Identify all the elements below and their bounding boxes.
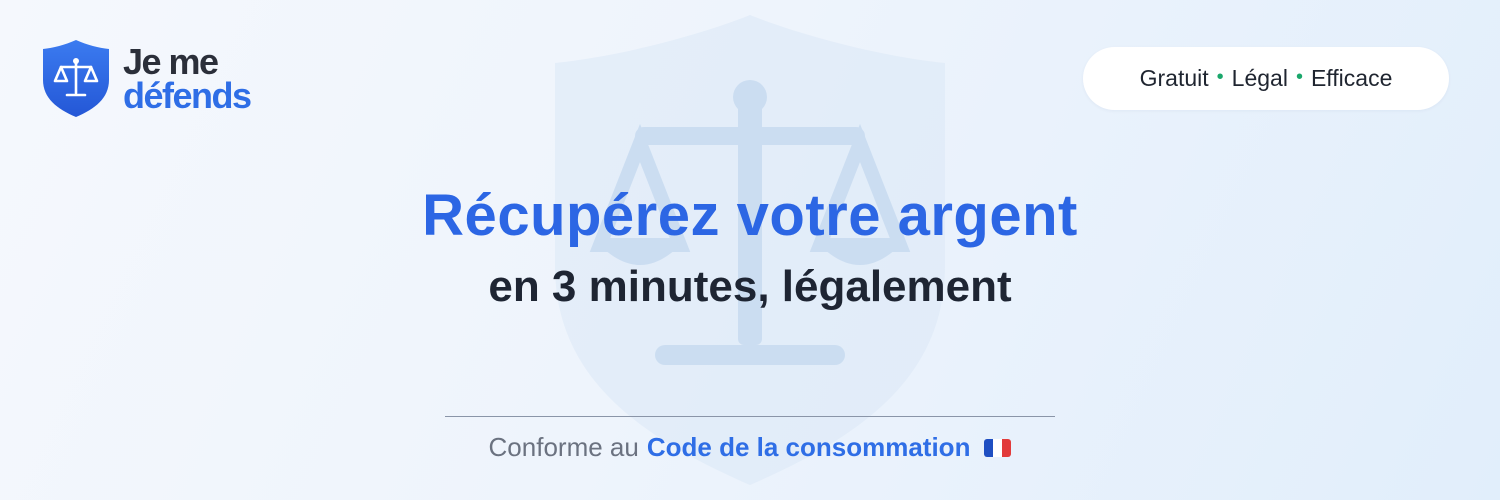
badge-item-efficace: Efficace xyxy=(1310,65,1393,91)
scales-shield-icon xyxy=(43,40,109,117)
features-badge: Gratuit • Légal • Efficace xyxy=(1083,47,1449,110)
badge-item-gratuit: Gratuit xyxy=(1139,65,1209,91)
brand-name-line2: défends xyxy=(123,74,252,116)
france-flag-icon xyxy=(984,438,1012,457)
compliance-code-link[interactable]: Code de la consommation xyxy=(647,432,971,463)
divider xyxy=(445,416,1055,417)
brand-name-line1: Je me xyxy=(123,40,219,82)
headline: Récupérez votre argent xyxy=(422,183,1078,248)
badge-item-legal: Légal xyxy=(1231,65,1288,91)
badge-separator-dot: • xyxy=(1295,66,1303,88)
brand-logo[interactable]: Je me défends xyxy=(43,40,252,117)
background-shield-icon xyxy=(555,15,945,485)
compliance-note: Conforme au Code de la consommation xyxy=(0,432,1500,463)
subheadline: en 3 minutes, légalement xyxy=(488,262,1012,311)
badge-separator-dot: • xyxy=(1216,66,1224,88)
banner: Je me défends Gratuit • Légal • Efficace… xyxy=(0,0,1500,500)
compliance-prefix: Conforme au xyxy=(488,432,639,462)
